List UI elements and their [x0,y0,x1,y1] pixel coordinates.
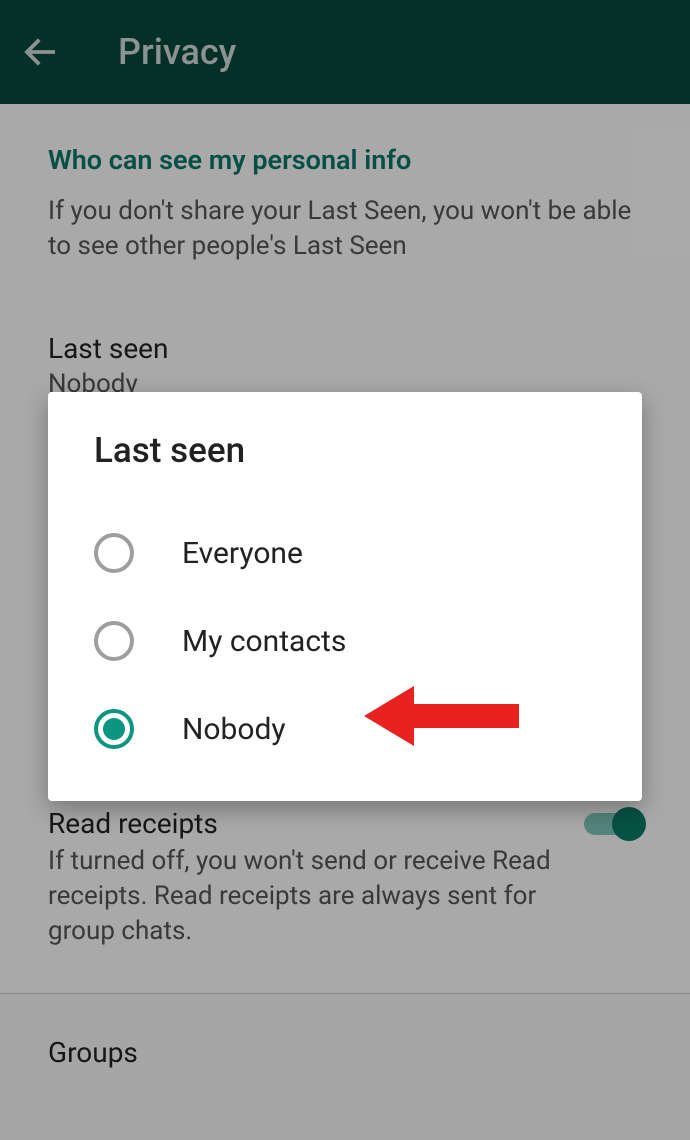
radio-option-nobody[interactable]: Nobody [48,685,642,773]
radio-label: Nobody [182,712,286,747]
radio-label: My contacts [182,624,346,659]
radio-option-everyone[interactable]: Everyone [48,509,642,597]
dialog-title: Last seen [48,430,642,471]
radio-option-my-contacts[interactable]: My contacts [48,597,642,685]
radio-icon-selected [94,709,134,749]
radio-label: Everyone [182,536,303,571]
radio-icon [94,533,134,573]
radio-icon [94,621,134,661]
modal-overlay[interactable]: Last seen Everyone My contacts Nobody [0,0,690,1140]
last-seen-dialog: Last seen Everyone My contacts Nobody [48,392,642,801]
